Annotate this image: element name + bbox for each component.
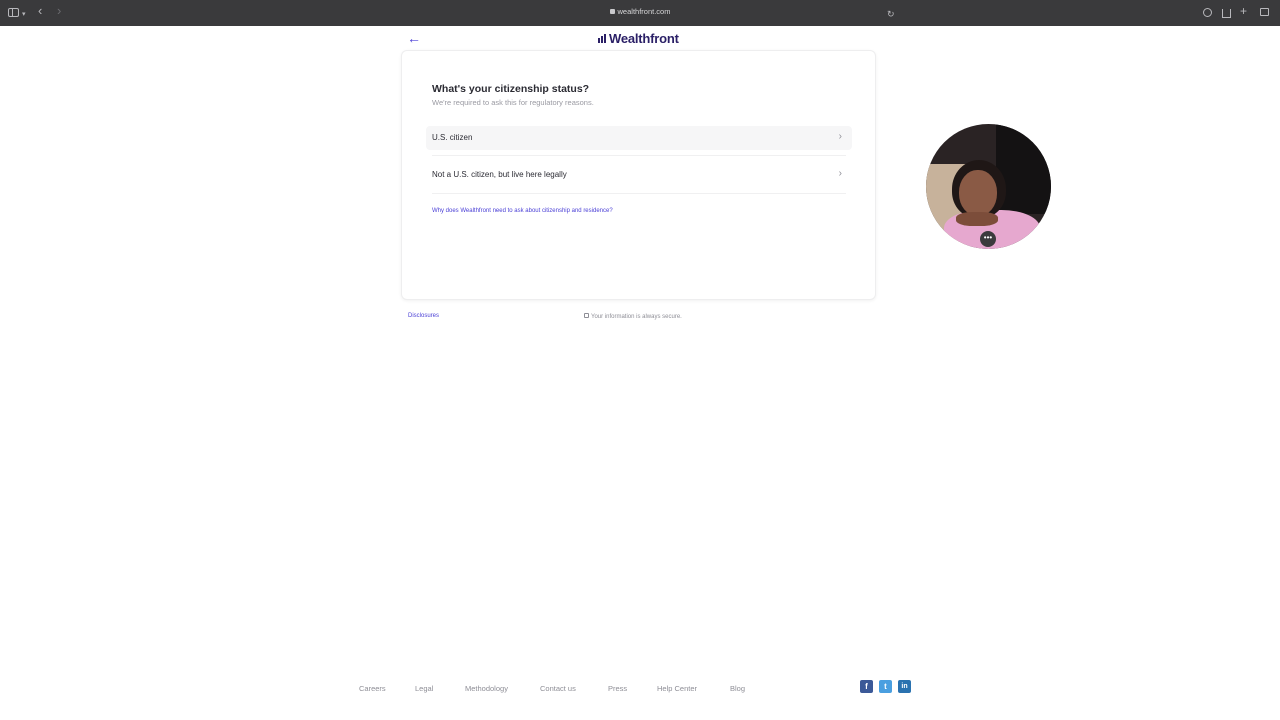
question-title: What's your citizenship status?	[432, 83, 590, 95]
more-options-icon[interactable]: •••	[980, 231, 996, 247]
new-tab-icon[interactable]: +	[1240, 4, 1247, 18]
divider	[432, 155, 846, 156]
footer-link-contact-us[interactable]: Contact us	[540, 684, 576, 693]
linkedin-icon[interactable]: in	[898, 680, 911, 693]
address-bar[interactable]: wealthfront.com	[0, 7, 1280, 16]
browser-toolbar: ▾ ‹ › wealthfront.com ↻ +	[0, 0, 1280, 26]
divider	[432, 193, 846, 194]
footer-link-methodology[interactable]: Methodology	[465, 684, 508, 693]
question-subtitle: We're required to ask this for regulator…	[432, 98, 594, 107]
citizenship-help-link[interactable]: Why does Wealthfront need to ask about c…	[432, 208, 613, 214]
wealthfront-logo[interactable]: Wealthfront	[598, 31, 679, 46]
address-text: wealthfront.com	[617, 7, 671, 16]
option-label: Not a U.S. citizen, but live here legall…	[432, 170, 567, 179]
privacy-report-icon[interactable]	[1203, 8, 1212, 17]
twitter-icon[interactable]: t	[879, 680, 892, 693]
share-icon[interactable]	[1222, 9, 1231, 18]
footer-link-careers[interactable]: Careers	[359, 684, 386, 693]
disclosures-link[interactable]: Disclosures	[408, 313, 439, 319]
reload-icon[interactable]: ↻	[887, 7, 895, 21]
footer-link-press[interactable]: Press	[608, 684, 627, 693]
option-non-citizen-resident[interactable]: Not a U.S. citizen, but live here legall…	[426, 163, 852, 187]
footer-link-help-center[interactable]: Help Center	[657, 684, 697, 693]
lock-icon	[609, 9, 615, 14]
facebook-icon[interactable]: f	[860, 680, 873, 693]
footer-link-blog[interactable]: Blog	[730, 684, 745, 693]
question-card: What's your citizenship status? We're re…	[401, 50, 876, 300]
logo-text: Wealthfront	[609, 31, 679, 46]
chevron-right-icon: ›	[838, 131, 842, 142]
logo-mark-icon	[598, 34, 607, 43]
secure-note-text: Your information is always secure.	[591, 314, 682, 320]
back-arrow-icon[interactable]: ←	[407, 30, 421, 46]
lock-icon	[584, 313, 589, 318]
secure-note: Your information is always secure.	[584, 313, 682, 320]
tab-overview-icon[interactable]	[1260, 8, 1269, 16]
option-label: U.S. citizen	[432, 133, 473, 142]
footer-link-legal[interactable]: Legal	[415, 684, 433, 693]
chevron-right-icon: ›	[838, 168, 842, 179]
option-us-citizen[interactable]: U.S. citizen ›	[426, 126, 852, 150]
webcam-overlay[interactable]: •••	[926, 124, 1051, 249]
